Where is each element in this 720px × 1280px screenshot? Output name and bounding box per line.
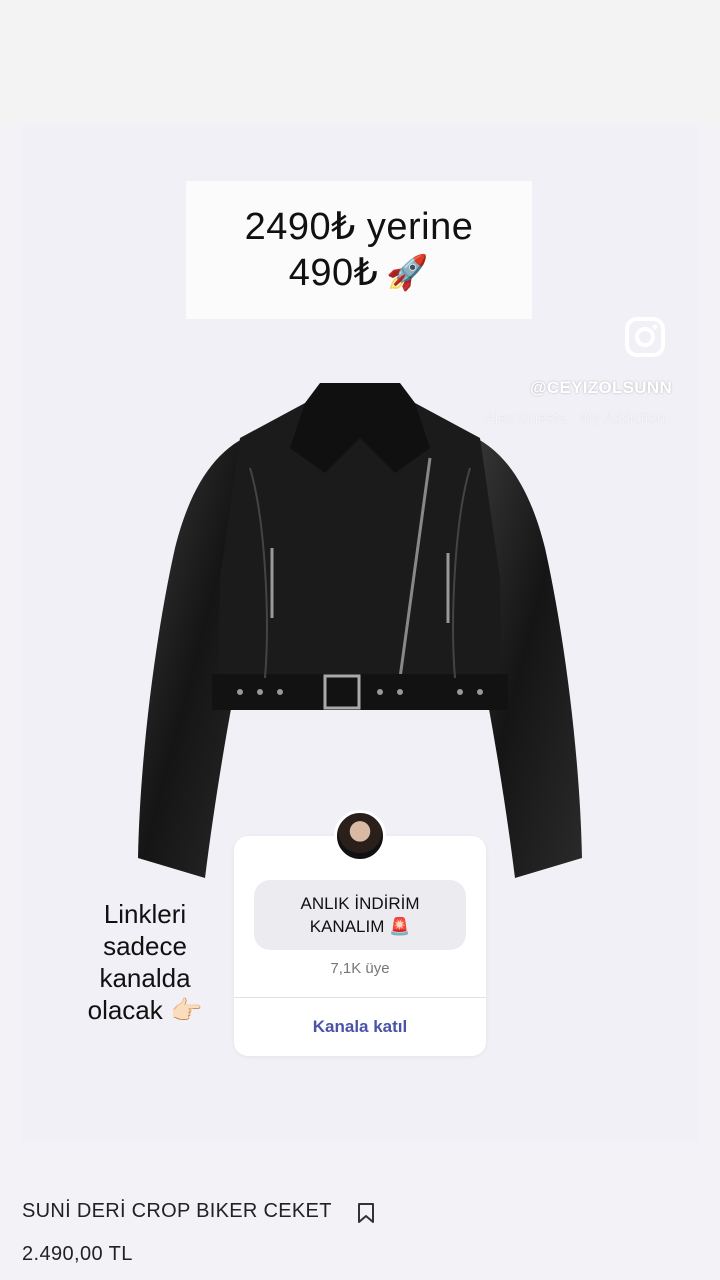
- instagram-icon[interactable]: [625, 317, 665, 357]
- promo-line: olacak 👉🏻: [87, 995, 203, 1025]
- promo-line: kanalda: [99, 963, 191, 993]
- price-new-row: 490₺ 🚀: [289, 250, 429, 296]
- price-old-text: 2490₺ yerine: [244, 206, 474, 248]
- card-divider: [234, 997, 486, 998]
- product-price: 2.490,00 TL: [22, 1243, 133, 1265]
- channel-name-line2: KANALIM 🚨: [309, 917, 411, 936]
- top-band: [0, 0, 720, 125]
- join-channel-button[interactable]: Kanala katıl: [234, 1005, 486, 1049]
- bookmark-icon[interactable]: [356, 1202, 376, 1224]
- promo-line: sadece: [103, 931, 187, 961]
- price-overlay-box: 2490₺ yerine 490₺ 🚀: [186, 181, 532, 319]
- channel-name-line1: ANLIK İNDİRİM: [300, 894, 420, 913]
- price-new-text: 490₺: [288, 252, 379, 294]
- rocket-icon: 🚀: [386, 254, 430, 292]
- member-count: 7,1K üye: [330, 960, 390, 977]
- product-title: SUNİ DERİ CROP BIKER CEKET: [22, 1200, 332, 1222]
- channel-avatar: [334, 810, 386, 862]
- channel-name-bubble: ANLIK İNDİRİM KANALIM 🚨: [254, 880, 466, 950]
- promo-line: Linkleri: [103, 899, 187, 929]
- promo-text: Linkleri sadece kanalda olacak 👉🏻: [80, 898, 210, 1026]
